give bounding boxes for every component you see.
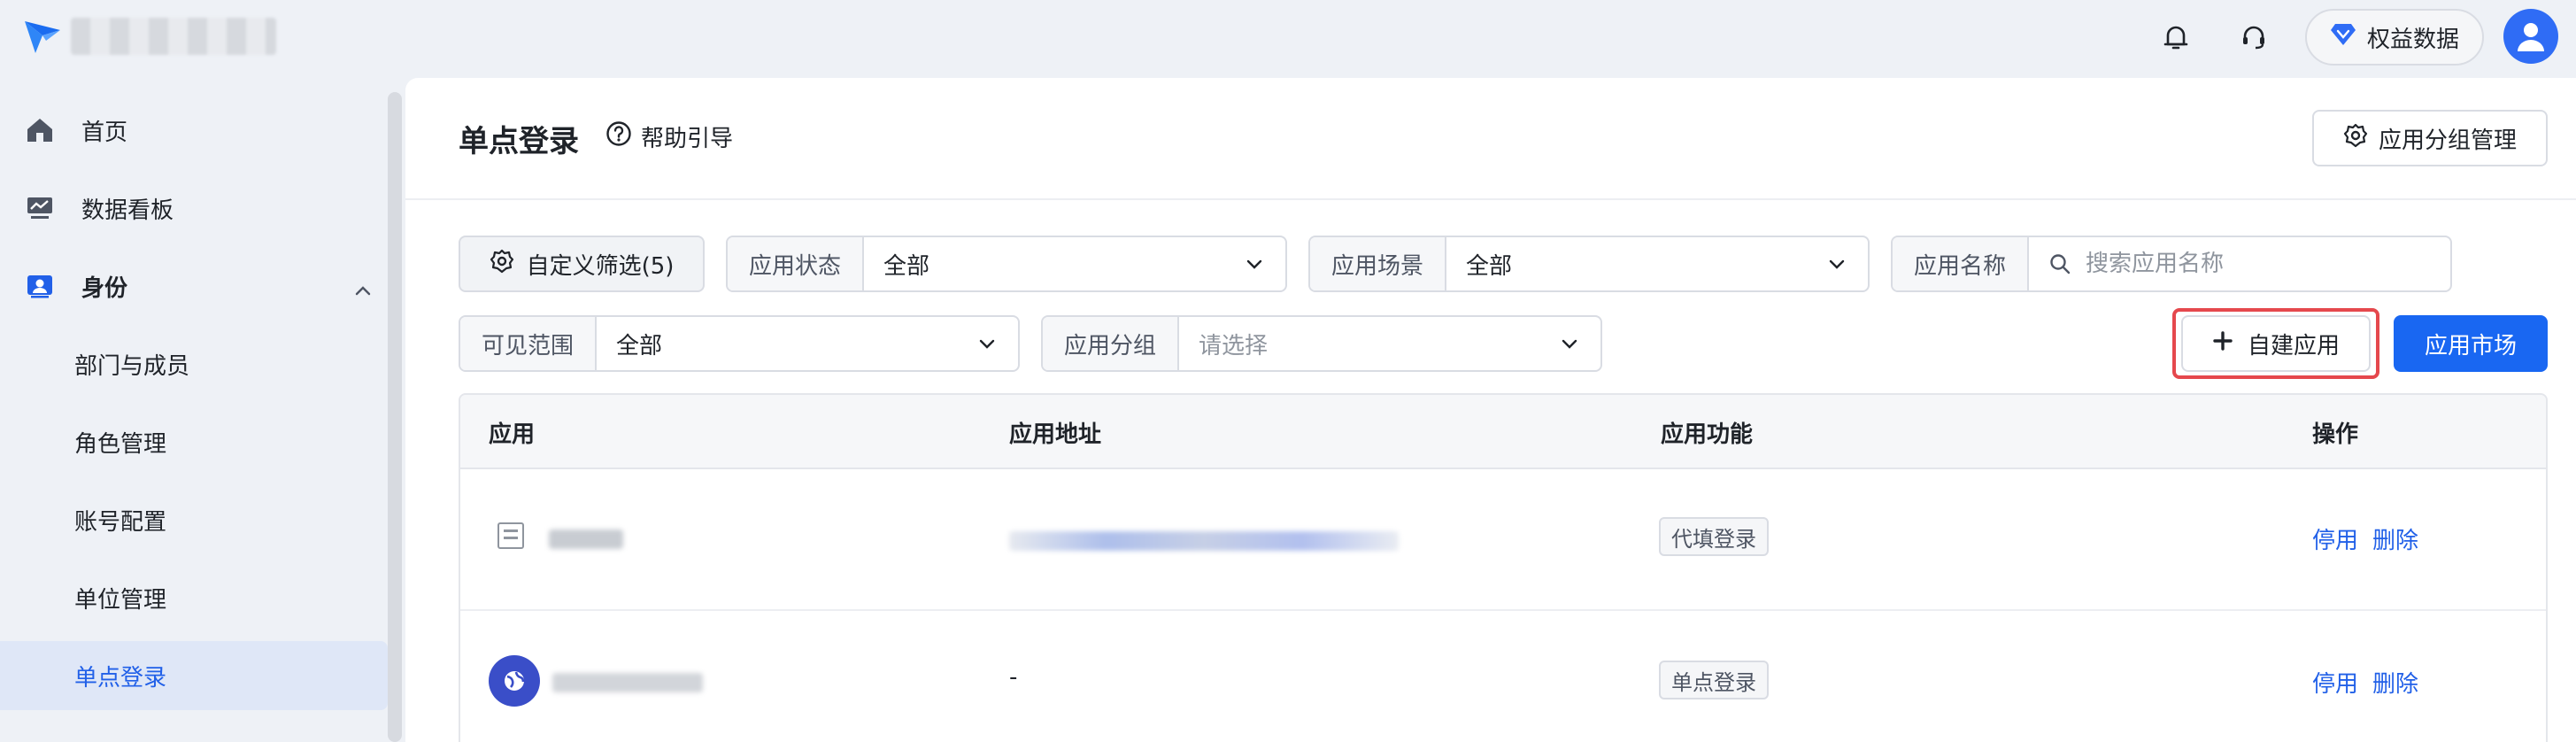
group-manage-label: 应用分组管理 — [2378, 127, 2517, 154]
delete-link[interactable]: 删除 — [2372, 666, 2418, 699]
benefit-data-button[interactable]: 权益数据 — [2305, 9, 2484, 66]
chevron-up-icon[interactable] — [354, 276, 372, 303]
sidebar-item-departments[interactable]: 部门与成员 — [0, 329, 395, 398]
disable-link[interactable]: 停用 — [2312, 522, 2358, 555]
column-header-feature: 应用功能 — [1661, 421, 1754, 448]
app-status-select[interactable]: 应用状态 全部 — [726, 236, 1287, 292]
visible-scope-select[interactable]: 可见范围 全部 — [459, 315, 1020, 372]
sidebar-item-label: 首页 — [81, 119, 128, 146]
filter-label: 可见范围 — [460, 317, 598, 370]
table-row[interactable]: 代填登录 停用 删除 — [460, 468, 2546, 611]
sidebar-scrollbar[interactable] — [388, 92, 402, 742]
chevron-down-icon[interactable] — [1827, 258, 1847, 270]
filter-placeholder[interactable]: 请选择 — [1179, 328, 1560, 360]
sidebar-item-label: 角色管理 — [74, 430, 167, 458]
app-name-input[interactable] — [2084, 250, 2450, 278]
table-header: 应用 应用地址 应用功能 操作 — [460, 395, 2546, 469]
table-row[interactable]: - 单点登录 停用 删除 — [460, 611, 2546, 742]
bell-icon[interactable] — [2158, 19, 2194, 55]
column-header-app: 应用 — [489, 421, 536, 448]
top-bar: 权益数据 — [0, 0, 2576, 76]
filter-value[interactable]: 全部 — [597, 328, 977, 360]
sidebar-item-label: 数据看板 — [81, 197, 174, 224]
sidebar-item-label: 单点登录 — [74, 664, 167, 692]
help-label: 帮助引导 — [641, 126, 734, 152]
benefit-label: 权益数据 — [2366, 26, 2459, 53]
feature-tag: 单点登录 — [1659, 661, 1769, 699]
disable-link[interactable]: 停用 — [2312, 666, 2358, 699]
headset-icon[interactable] — [2236, 19, 2271, 55]
help-guide-link[interactable]: 帮助引导 — [605, 120, 733, 153]
app-address-redacted — [1009, 531, 1399, 551]
column-header-actions: 操作 — [2312, 421, 2359, 448]
delete-link[interactable]: 删除 — [2372, 522, 2418, 555]
plus-icon — [2212, 330, 2233, 358]
custom-filter-button[interactable]: 自定义筛选(5) — [459, 236, 705, 292]
app-address: - — [1009, 664, 1018, 691]
divider — [405, 198, 2576, 200]
page-title: 单点登录 — [459, 124, 579, 159]
sidebar-item-label: 单位管理 — [74, 586, 167, 614]
gear-icon — [2343, 123, 2368, 154]
sidebar-item-label: 部门与成员 — [74, 352, 190, 380]
question-circle-icon — [605, 120, 632, 153]
user-avatar[interactable] — [2503, 9, 2558, 64]
sidebar-item-label: 账号配置 — [74, 508, 167, 536]
app-market-button[interactable]: 应用市场 — [2394, 315, 2548, 372]
column-header-address: 应用地址 — [1009, 421, 1102, 448]
sidebar-item-roles[interactable]: 角色管理 — [0, 407, 395, 476]
filter-label: 应用状态 — [728, 237, 865, 290]
dashboard-icon — [25, 193, 55, 223]
custom-filter-label: 自定义筛选(5) — [526, 252, 675, 280]
app-name-search[interactable]: 应用名称 — [1891, 236, 2452, 292]
sidebar-item-identity[interactable]: 身份 — [0, 251, 395, 321]
filter-value[interactable]: 全部 — [864, 248, 1245, 281]
gear-icon — [490, 249, 514, 280]
new-app-button[interactable]: 自建应用 — [2181, 315, 2371, 372]
sidebar: 首页 数据看板 身份 部门与成员 角色管理 账号配置 单位管理 单点登录 — [0, 76, 395, 742]
sidebar-item-label: 身份 — [81, 274, 128, 302]
app-name-redacted — [552, 673, 703, 692]
logo-icon[interactable] — [23, 18, 62, 57]
app-group-select[interactable]: 应用分组 请选择 — [1041, 315, 1602, 372]
feature-tag: 代填登录 — [1659, 517, 1769, 556]
sidebar-item-sso[interactable]: 单点登录 — [0, 641, 388, 710]
main-panel: 单点登录 帮助引导 应用分组管理 自定义筛选(5) 应用状态 全部 应用场景 全… — [405, 78, 2576, 742]
search-icon — [2048, 252, 2071, 275]
doc-app-icon — [497, 522, 524, 549]
filter-label: 应用名称 — [1893, 237, 2030, 290]
chevron-down-icon[interactable] — [1560, 337, 1579, 350]
identity-icon — [25, 271, 55, 301]
filter-value[interactable]: 全部 — [1446, 248, 1827, 281]
app-group-manage-button[interactable]: 应用分组管理 — [2312, 110, 2548, 166]
sidebar-item-dashboard[interactable]: 数据看板 — [0, 174, 395, 243]
apps-table: 应用 应用地址 应用功能 操作 代填登录 停用 删除 - 单点登录 停用 删除 — [459, 393, 2548, 742]
globe-app-icon — [489, 655, 540, 707]
org-name-redacted — [71, 18, 276, 55]
app-name-redacted — [549, 529, 623, 549]
sidebar-item-account-config[interactable]: 账号配置 — [0, 485, 395, 554]
home-icon — [25, 115, 55, 145]
app-scene-select[interactable]: 应用场景 全部 — [1308, 236, 1870, 292]
diamond-icon — [2330, 22, 2356, 53]
chevron-down-icon[interactable] — [1245, 258, 1264, 270]
filter-label: 应用分组 — [1043, 317, 1180, 370]
new-app-label: 自建应用 — [2247, 332, 2340, 359]
sidebar-item-units[interactable]: 单位管理 — [0, 563, 395, 632]
filter-label: 应用场景 — [1310, 237, 1447, 290]
sidebar-item-home[interactable]: 首页 — [0, 96, 395, 165]
chevron-down-icon[interactable] — [977, 337, 997, 350]
